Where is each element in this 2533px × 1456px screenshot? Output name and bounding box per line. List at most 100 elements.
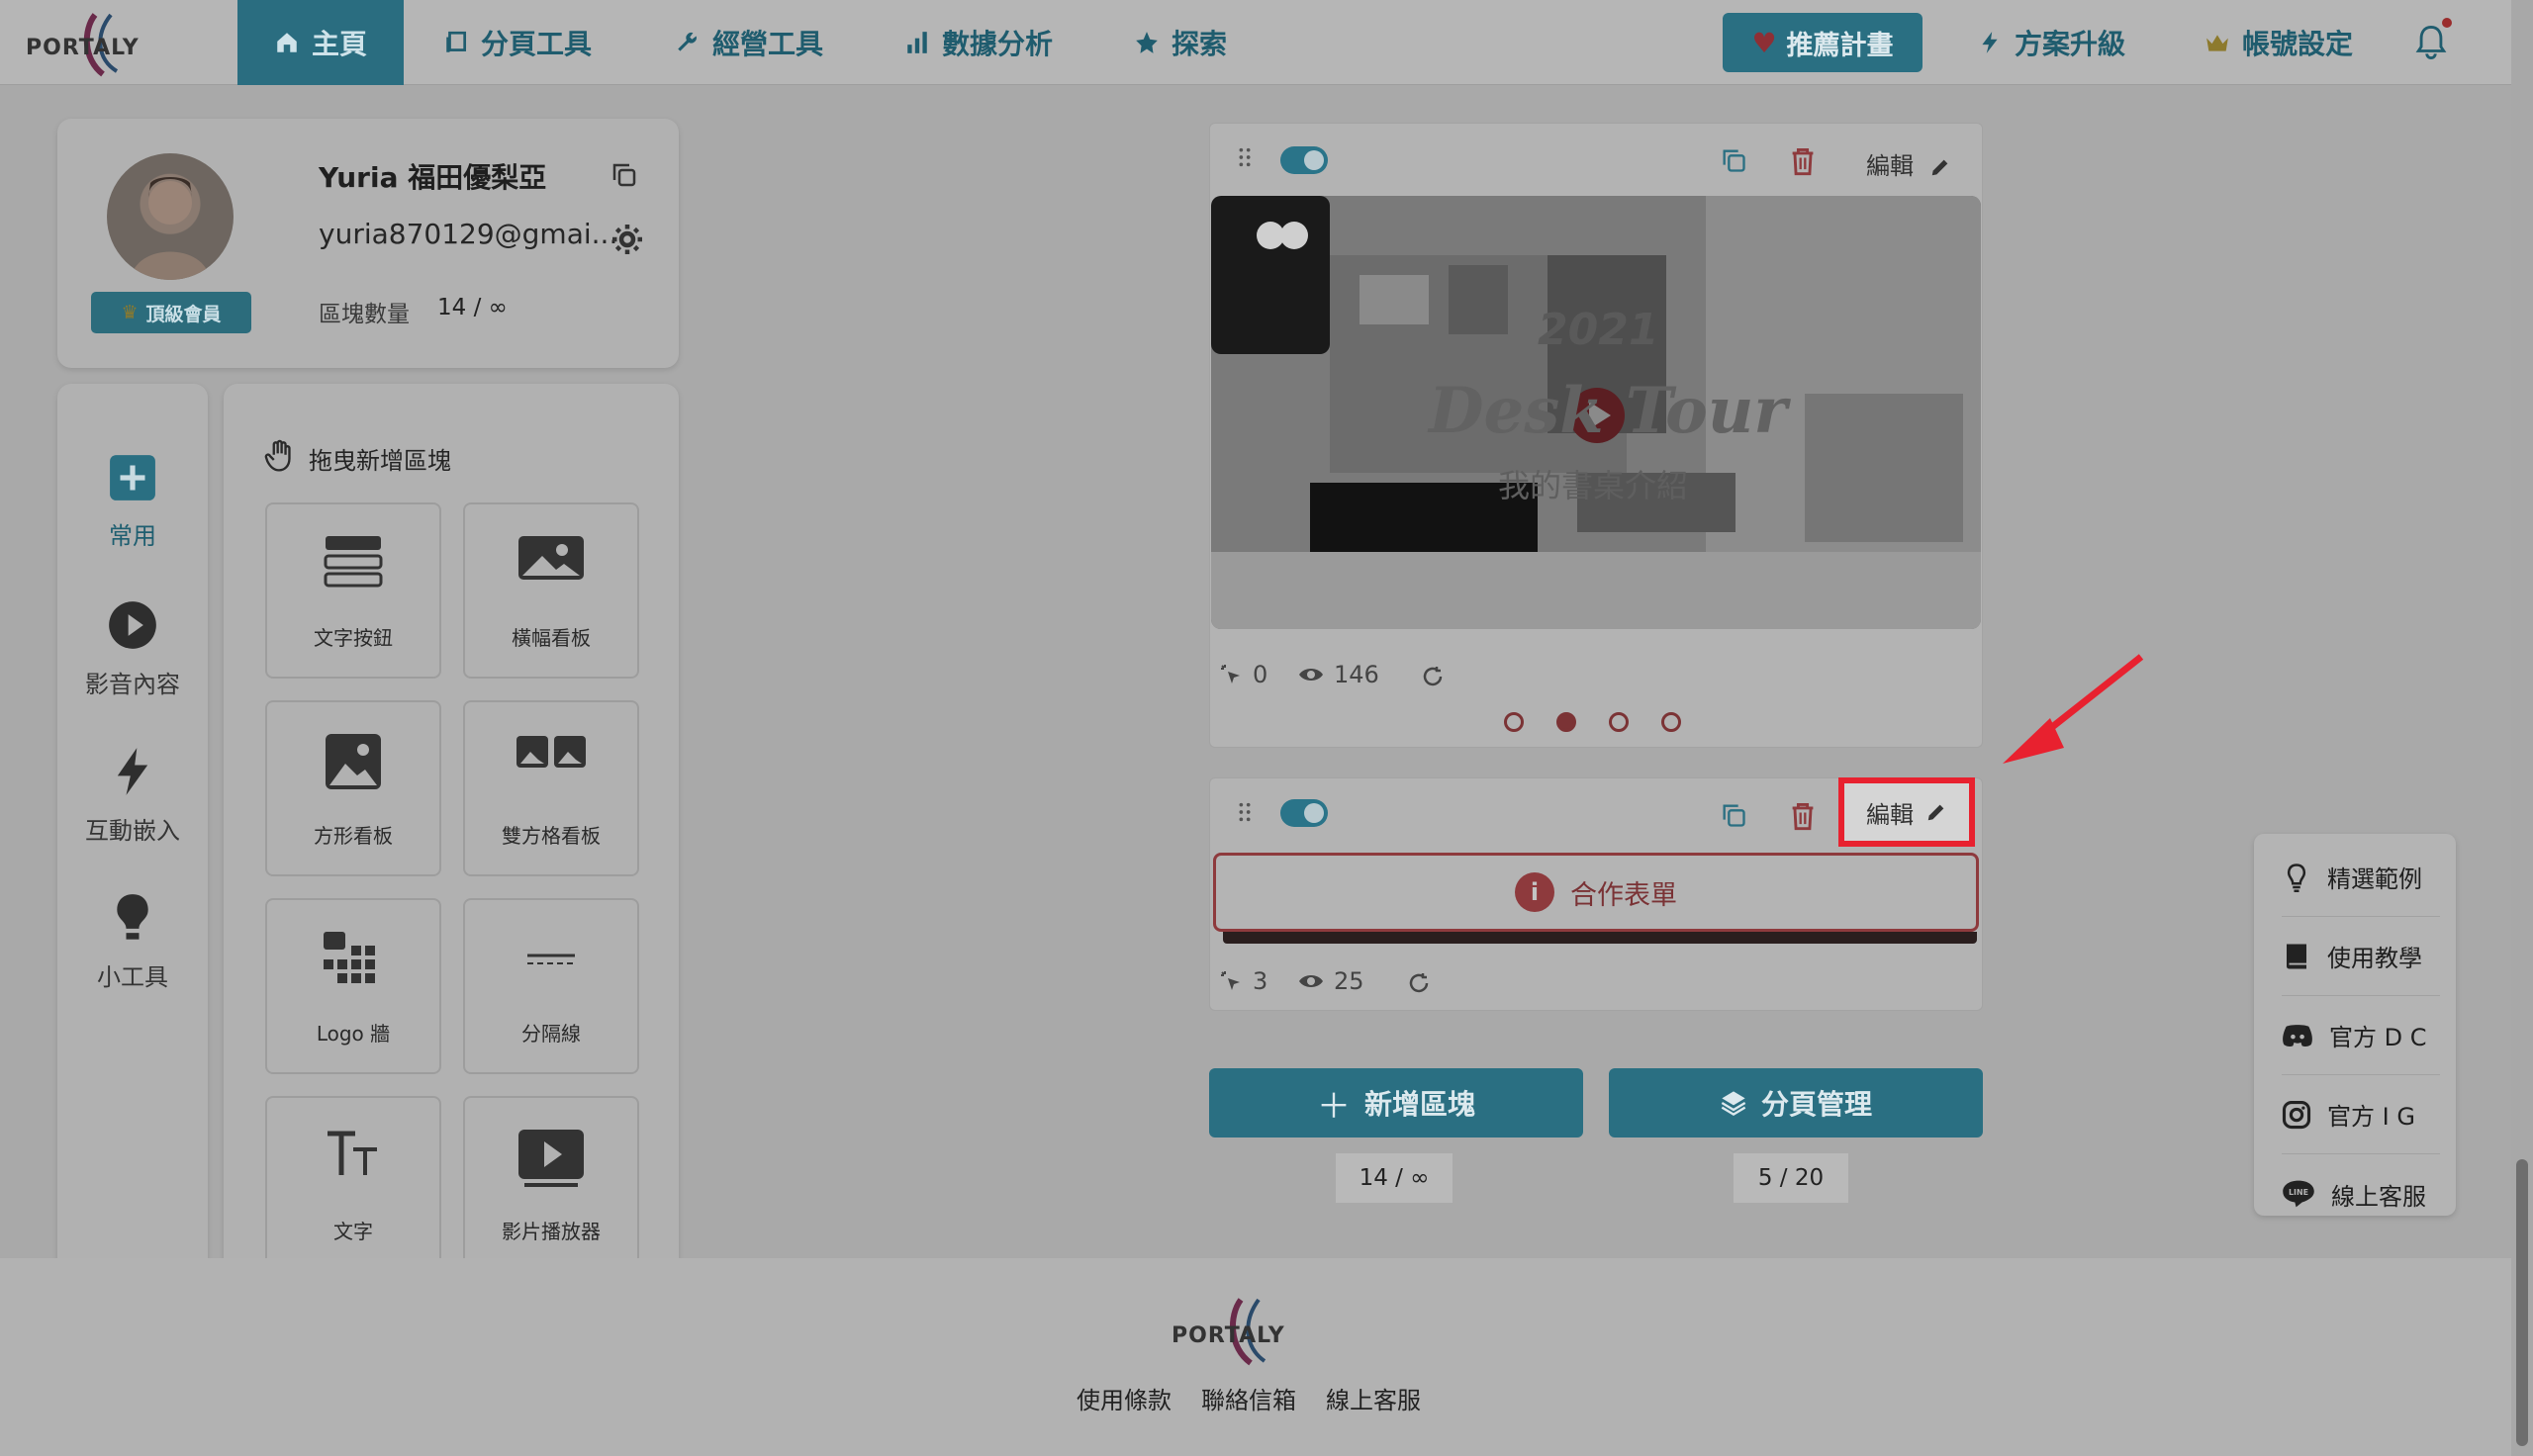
line-icon: LINE (2283, 1180, 2314, 1208)
profile-name: Yuria 福田優梨亞 (319, 161, 547, 194)
pages-icon (446, 31, 467, 52)
scrollbar-thumb[interactable] (2516, 1159, 2528, 1446)
discord-icon (2283, 1024, 2312, 1046)
avatar[interactable] (107, 153, 234, 280)
carousel-dot[interactable] (1609, 712, 1629, 732)
add-block-button[interactable]: ＋ 新增區塊 (1209, 1068, 1583, 1138)
float-item-line-support[interactable]: LINE 線上客服 (2282, 1154, 2440, 1233)
float-item-tutorial[interactable]: 使用教學 (2282, 917, 2440, 996)
footer-link-support[interactable]: 線上客服 (1326, 1381, 1421, 1415)
block-count-indicator: 14 / ∞ (1336, 1153, 1453, 1203)
float-item-discord[interactable]: 官方 D C (2282, 996, 2440, 1075)
block-tile-text[interactable]: 文字 (265, 1096, 441, 1272)
sidebar-item-media-label: 影音內容 (85, 671, 180, 698)
carousel-dots (1504, 712, 1681, 732)
drag-handle-icon[interactable] (1237, 801, 1253, 823)
carousel-dot-active[interactable] (1556, 712, 1576, 732)
logo-wall-icon (324, 932, 375, 983)
text-format-icon (328, 1131, 377, 1175)
float-item-featured-examples[interactable]: 精選範例 (2282, 838, 2440, 917)
portaly-logo[interactable]: PORTALY (26, 10, 174, 79)
footer-logo[interactable]: PORTALY (1168, 1294, 1332, 1369)
nav-explore[interactable]: 探索 (1134, 0, 1227, 85)
footer-logo-text: PORTALY (1172, 1323, 1285, 1348)
square-image-icon (326, 734, 381, 789)
copy-icon[interactable] (610, 160, 639, 190)
sidebar-item-embed[interactable]: 互動嵌入 (57, 746, 208, 846)
page-management-button[interactable]: 分頁管理 (1609, 1068, 1983, 1138)
block-tile-double-square[interactable]: 雙方格看板 (463, 700, 639, 876)
block-tile-logo-wall[interactable]: Logo 牆 (265, 898, 441, 1074)
layers-icon (1721, 1091, 1746, 1117)
nav-analytics[interactable]: 數據分析 (904, 0, 1053, 85)
sidebar-item-common[interactable]: 常用 (57, 453, 208, 551)
nav-home[interactable]: 主頁 (237, 0, 404, 85)
image-icon (518, 536, 584, 580)
book-icon (2287, 944, 2306, 968)
float-item-label: 精選範例 (2327, 865, 2422, 893)
wrench-icon (678, 32, 697, 51)
nav-account-label: 帳號設定 (2242, 28, 2354, 60)
block-tile-divider[interactable]: 分隔線 (463, 898, 639, 1074)
view-count: 25 (1298, 967, 1364, 995)
trash-icon[interactable] (1789, 801, 1817, 831)
footer-link-contact[interactable]: 聯絡信箱 (1201, 1381, 1296, 1415)
footer-link-terms[interactable]: 使用條款 (1077, 1381, 1172, 1415)
block-tile-text-button[interactable]: 文字按鈕 (265, 502, 441, 679)
sidebar-item-common-label: 常用 (109, 522, 156, 550)
nav-home-label: 主頁 (311, 28, 367, 60)
nav-analytics-label: 數據分析 (942, 28, 1054, 60)
collaboration-form-button[interactable]: i 合作表單 (1213, 853, 1979, 932)
visibility-toggle[interactable] (1280, 799, 1328, 827)
trash-icon[interactable] (1789, 146, 1817, 176)
page-count-indicator: 5 / 20 (1734, 1153, 1848, 1203)
video-player-icon (518, 1130, 584, 1187)
sidebar-item-media[interactable]: 影音內容 (57, 599, 208, 699)
block-tile-video-player[interactable]: 影片播放器 (463, 1096, 639, 1272)
block-tile-text-label: 文字 (333, 1220, 373, 1243)
click-count-value: 3 (1253, 967, 1268, 995)
edit-button-form-highlighted[interactable]: 編輯 (1838, 777, 1975, 847)
nav-account[interactable]: 帳號設定 (2205, 0, 2353, 85)
carousel-dot[interactable] (1661, 712, 1681, 732)
drag-handle-icon[interactable] (1237, 146, 1253, 168)
block-tile-square[interactable]: 方形看板 (265, 700, 441, 876)
carousel-dot[interactable] (1504, 712, 1524, 732)
hand-drag-icon (264, 439, 291, 472)
float-item-label: 官方 I G (2327, 1103, 2415, 1131)
membership-badge: ♛ 頂級會員 (91, 292, 251, 333)
block-count-value: 14 / ∞ (437, 295, 508, 320)
eye-icon (1299, 975, 1323, 987)
click-count-value: 0 (1253, 661, 1268, 688)
gear-icon[interactable] (610, 222, 645, 257)
sidebar-item-widgets[interactable]: 小工具 (57, 892, 208, 992)
block-tile-banner[interactable]: 橫幅看板 (463, 502, 639, 679)
text-button-icon (324, 536, 383, 588)
duplicate-icon[interactable] (1720, 146, 1747, 174)
nav-page-tools[interactable]: 分頁工具 (443, 0, 592, 85)
svg-text:LINE: LINE (2289, 1188, 2308, 1197)
block-tile-text-button-label: 文字按鈕 (314, 626, 393, 650)
refresh-icon[interactable] (1407, 971, 1431, 995)
block-tile-divider-label: 分隔線 (521, 1022, 581, 1046)
duplicate-icon[interactable] (1720, 801, 1747, 829)
block-tile-double-square-label: 雙方格看板 (502, 824, 601, 848)
double-image-icon (516, 736, 586, 768)
referral-button[interactable]: ♥ 推薦計畫 (1723, 13, 1923, 72)
nav-upgrade[interactable]: 方案升級 (1977, 0, 2125, 85)
video-thumbnail[interactable]: 2021 Desk Tour 我的書桌介紹 (1211, 196, 1981, 629)
float-item-instagram[interactable]: 官方 I G (2282, 1075, 2440, 1154)
bell-icon[interactable] (2414, 24, 2448, 61)
eye-icon (1299, 669, 1323, 681)
refresh-icon[interactable] (1421, 665, 1445, 688)
nav-business-tools[interactable]: 經營工具 (675, 0, 823, 85)
info-icon: i (1515, 872, 1554, 912)
edit-button-video[interactable]: 編輯 (1866, 146, 1951, 181)
crown-icon: ♛ (121, 302, 139, 323)
view-count: 146 (1298, 661, 1379, 688)
lightning-icon (1982, 32, 1998, 53)
visibility-toggle[interactable] (1280, 146, 1328, 174)
nav-page-tools-label: 分頁工具 (481, 28, 593, 60)
pencil-icon (1927, 804, 1944, 821)
avatar-portrait-icon (131, 177, 210, 280)
